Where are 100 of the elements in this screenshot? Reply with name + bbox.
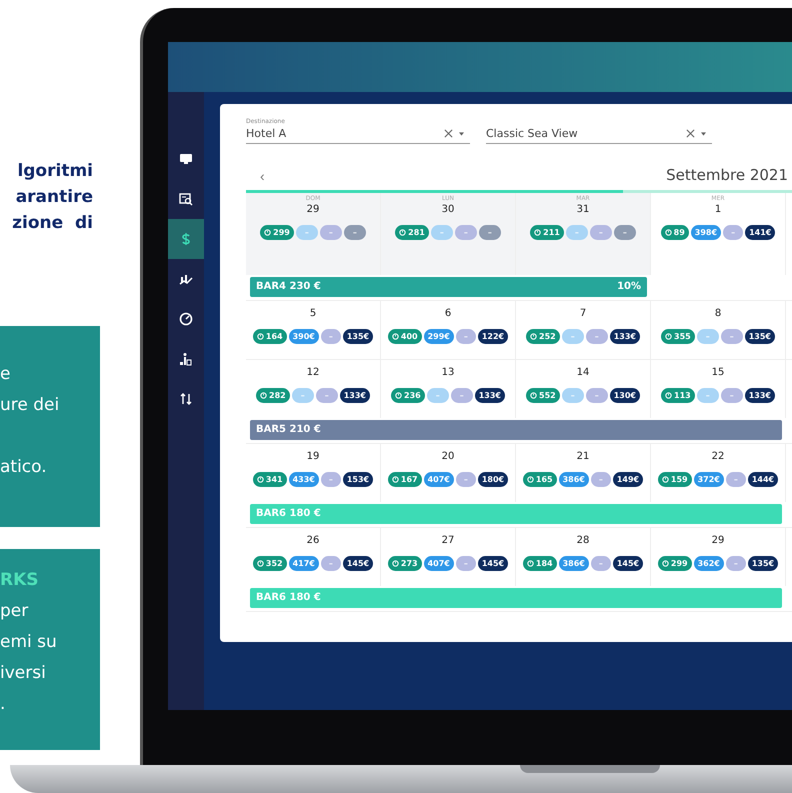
heading-text: arantire (16, 186, 93, 209)
occupancy-badge: 165 (522, 472, 557, 487)
calendar-day[interactable]: 6 400 299€ – 122€ (381, 301, 516, 359)
occupancy-badge: 341 (252, 472, 287, 487)
empty-price-badge: – (590, 556, 611, 571)
day-number: 7 (580, 307, 586, 321)
empty-price-badge: – (292, 388, 314, 403)
empty-price-badge: – (344, 225, 366, 240)
card-text: emi su (0, 631, 57, 654)
select-field[interactable]: Classic Sea View (486, 118, 712, 144)
field-value: Hotel A (246, 127, 288, 140)
price-badge: 130€ (610, 388, 640, 403)
price-badge: 417€ (288, 556, 319, 571)
rate-text: BAR4 230 € (256, 280, 321, 294)
calendar-day[interactable]: 13 236 – – 133€ (381, 360, 516, 418)
calendar-day[interactable]: 12 282 – – 133€ (246, 360, 381, 418)
day-number: 15 (712, 366, 724, 380)
empty-price-badge: – (454, 225, 477, 240)
price-badge: 144€ (748, 472, 778, 487)
day-number: 5 (310, 307, 316, 321)
clear-icon[interactable] (686, 129, 695, 138)
occupancy-badge: 184 (522, 556, 557, 571)
empty-price-badge: – (320, 329, 341, 344)
price-badge: 141€ (745, 225, 776, 240)
empty-price-badge: – (456, 472, 476, 487)
price-badge: 135€ (744, 329, 775, 344)
occupancy-badge: 299 (260, 225, 294, 240)
rate-text: BAR6 180 € (256, 591, 321, 605)
price-badge: 149€ (612, 472, 644, 487)
calendar-day[interactable]: 28 184 386€ – 145€ (516, 528, 651, 586)
empty-price-badge: – (562, 388, 584, 403)
calendar-day[interactable]: 14 552 – – 130€ (516, 360, 651, 418)
occupancy-badge: 281 (395, 225, 429, 240)
occupancy-badge: 400 (388, 329, 422, 344)
price-badge: 133€ (474, 388, 505, 403)
heading-text: zione di (12, 212, 93, 235)
price-badge: 433€ (288, 472, 319, 487)
calendar-day[interactable]: 26 352 417€ – 145€ (246, 528, 381, 586)
day-number: 13 (442, 366, 454, 380)
price-badge: 386€ (558, 472, 589, 487)
card-text: e (0, 363, 10, 386)
empty-price-badge: – (562, 329, 584, 344)
calendar-day[interactable]: 19 341 433€ – 153€ (246, 444, 381, 502)
day-number: 28 (576, 534, 590, 548)
price-badge: 135€ (342, 329, 374, 344)
empty-price-badge: – (296, 225, 318, 240)
calendar-day[interactable]: 22 159 372€ – 144€ (651, 444, 786, 502)
price-badge: 133€ (610, 329, 640, 344)
calendar-day[interactable]: 20 167 407€ – 180€ (381, 444, 516, 502)
price-badge: 180€ (478, 472, 508, 487)
day-number: 21 (576, 450, 590, 464)
price-badge: 135€ (748, 556, 778, 571)
day-number: 27 (442, 534, 454, 548)
card-text: ure dei (0, 394, 60, 417)
empty-price-badge: – (696, 329, 719, 344)
empty-price-badge: – (590, 472, 611, 487)
occupancy-badge: 236 (391, 388, 425, 403)
empty-price-badge: – (320, 472, 341, 487)
calendar-day[interactable]: 7 252 – – 133€ (516, 301, 651, 359)
empty-price-badge: – (720, 388, 743, 403)
price-badge: 145€ (342, 556, 374, 571)
podium-icon (179, 352, 193, 366)
day-number: 29 (306, 203, 320, 217)
price-badge: 145€ (478, 556, 508, 571)
monitor-icon (179, 152, 193, 166)
calendar-day[interactable]: 27 273 407€ – 145€ (381, 528, 516, 586)
empty-price-badge: – (723, 225, 744, 240)
occupancy-badge: 167 (388, 472, 422, 487)
day-number: 22 (712, 450, 724, 464)
price-badge: 407€ (424, 472, 454, 487)
field-value: Classic Sea View (486, 127, 579, 140)
occupancy-badge: 282 (256, 388, 290, 403)
price-badge: 407€ (424, 556, 454, 571)
occupancy-badge: 159 (658, 472, 692, 487)
clear-icon[interactable] (444, 129, 453, 138)
previous-month-button[interactable]: ‹ (254, 168, 271, 184)
calendar-day[interactable]: 29 299 362€ – 135€ (651, 528, 786, 586)
caret-icon[interactable] (701, 132, 706, 136)
day-number: 19 (306, 450, 320, 464)
heading-text: lgoritmi (17, 160, 93, 183)
calendar-day[interactable]: 21 165 386€ – 149€ (516, 444, 651, 502)
calendar-day[interactable]: 8 355 – – 135€ (651, 301, 786, 359)
caret-icon[interactable] (459, 132, 464, 136)
day-number: 30 (442, 203, 454, 217)
calendar-day[interactable]: 15 113 – – 133€ (651, 360, 786, 418)
day-number: 6 (444, 307, 452, 321)
gauge-icon (179, 312, 193, 326)
empty-price-badge: – (456, 329, 476, 344)
occupancy-badge: 299 (658, 556, 692, 571)
day-number: 14 (576, 366, 590, 380)
empty-price-badge: – (320, 225, 342, 240)
occupancy-badge: 552 (526, 388, 560, 403)
empty-price-badge: – (478, 225, 501, 240)
magnifier-list-icon (179, 192, 193, 206)
empty-price-badge: – (426, 388, 449, 403)
calendar-day[interactable]: 5 164 390€ – 135€ (246, 301, 381, 359)
occupancy-badge: 355 (661, 329, 695, 344)
empty-price-badge: – (586, 329, 608, 344)
occupancy-badge: 252 (526, 329, 560, 344)
price-badge: 398€ (690, 225, 722, 240)
